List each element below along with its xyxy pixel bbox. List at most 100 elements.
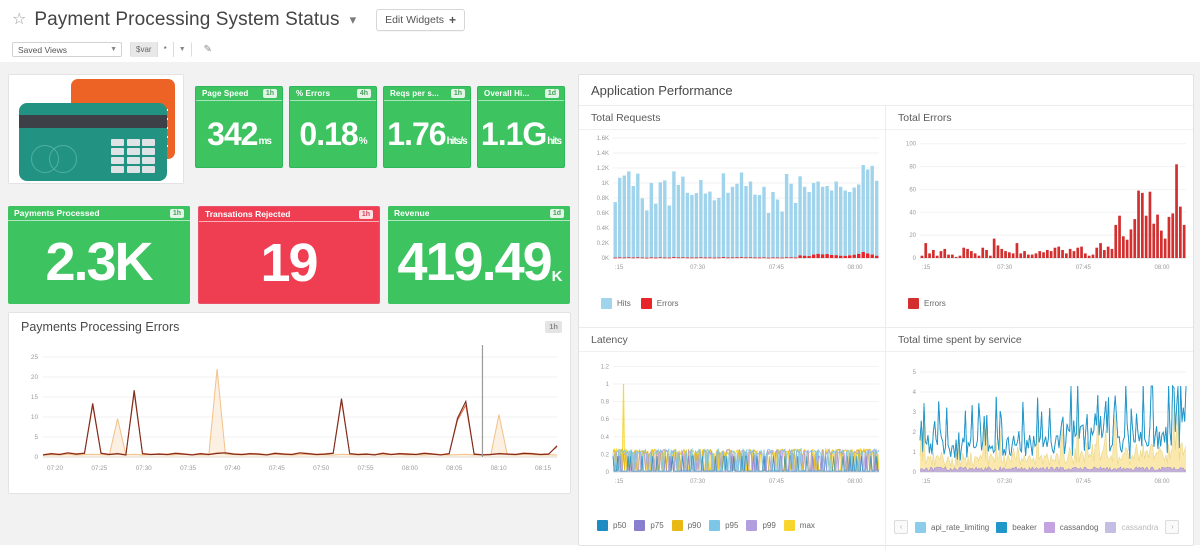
pencil-icon[interactable]: ✎	[204, 44, 212, 55]
svg-text:3: 3	[913, 410, 917, 416]
kpi-header: Page Speed 1h	[196, 87, 282, 101]
star-outline-icon[interactable]: ☆	[12, 12, 26, 28]
svg-text::15: :15	[922, 479, 931, 485]
payments-processing-errors-panel: Payments Processing Errors 1h 0 5 10 15 20 25…	[8, 312, 571, 494]
kpi-title: Overall Hi...	[484, 89, 530, 98]
svg-text:07:45: 07:45	[1076, 265, 1092, 271]
kpi-timeframe-badge: 1h	[262, 89, 277, 98]
kpi-unit: hits/s	[446, 136, 468, 147]
block	[126, 157, 140, 164]
kpi-value: 1.76	[387, 116, 446, 152]
svg-text:0.8: 0.8	[601, 400, 610, 406]
kpi-tile-overall-hits[interactable]: Overall Hi... 1d 1.1G hits	[477, 86, 565, 168]
legend-item[interactable]: cassandog	[1043, 521, 1098, 533]
svg-text:07:30: 07:30	[690, 265, 706, 271]
legend-label: cassandra	[1121, 522, 1159, 532]
legend-item[interactable]: p90	[671, 520, 701, 531]
legend-item[interactable]: p75	[634, 520, 664, 531]
block	[126, 148, 140, 155]
kpi-unit: K	[551, 267, 563, 285]
legend-label: p50	[613, 521, 627, 530]
chevron-down-icon: ▼	[110, 46, 117, 53]
kpi-tile-revenue[interactable]: Revenue 1d 419.49 K	[388, 206, 570, 304]
kpi-tile-page-speed[interactable]: Page Speed 1h 342 ms	[195, 86, 283, 168]
svg-text:08:15: 08:15	[535, 465, 551, 472]
legend-item[interactable]: max	[783, 520, 815, 531]
kpi-timeframe-badge: 4h	[356, 89, 371, 98]
legend-item[interactable]: cassandra	[1105, 521, 1159, 533]
legend-swatch-errors	[640, 298, 652, 309]
total-errors-chart[interactable]: 0 20 40 60 80 100:15 07:30 07:45 08:00	[886, 130, 1192, 298]
legend-item[interactable]: Errors	[640, 298, 679, 309]
credit-card-front	[19, 103, 167, 181]
block	[111, 157, 124, 164]
kpi-body: 1.1G hits	[478, 101, 564, 167]
svg-text:07:45: 07:45	[1076, 479, 1092, 485]
legend-item[interactable]: p50	[597, 520, 626, 531]
svg-text:1.2K: 1.2K	[597, 166, 609, 172]
block	[111, 166, 124, 173]
legend-item[interactable]: Hits	[601, 298, 631, 309]
kpi-header: Revenue 1d	[388, 206, 570, 221]
svg-text::15: :15	[615, 479, 624, 485]
card-number-blocks	[111, 139, 155, 173]
kpi-header: Payments Processed 1h	[8, 206, 190, 221]
legend-prev-button[interactable]: ‹	[894, 520, 908, 534]
latency-cell: Latency 0 0.2 0.4 0.6 0.8 1 1.2:15 07:30 07:45 08…	[579, 328, 886, 550]
svg-text:0.6K: 0.6K	[597, 211, 609, 217]
svg-text:07:30: 07:30	[136, 465, 152, 472]
legend-next-button[interactable]: ›	[1165, 520, 1180, 534]
variable-value: *	[156, 42, 174, 57]
kpi-value: 419.49	[397, 231, 552, 292]
svg-text:0: 0	[606, 470, 610, 476]
application-performance-panel: Application Performance Total Requests 0…	[578, 74, 1194, 550]
kpi-value: 2.3K	[45, 231, 153, 292]
svg-text:20: 20	[31, 374, 39, 381]
chevron-down-icon[interactable]: ▾	[350, 12, 357, 28]
svg-text:0.8K: 0.8K	[597, 196, 609, 202]
svg-text:1: 1	[606, 382, 610, 388]
block	[126, 166, 140, 173]
kpi-tile-payments-processed[interactable]: Payments Processed 1h 2.3K	[8, 206, 190, 304]
kpi-title: Transations Rejected	[205, 209, 291, 219]
svg-text:07:55: 07:55	[358, 465, 374, 472]
kpi-tile-percent-errors[interactable]: % Errors 4h 0.18%	[289, 86, 377, 168]
left-column: Page Speed 1h 342 ms % Errors 4h 0.18% R…	[8, 74, 571, 494]
svg-text:2: 2	[913, 430, 917, 436]
legend-item[interactable]: Errors	[908, 298, 946, 309]
payments-processing-errors-chart[interactable]: 0 5 10 15 20 25 07:20 07:25 07:30 07:35 07:40 07:45…	[9, 339, 564, 489]
kpi-title: Reqs per s...	[390, 89, 439, 98]
svg-text:0.4K: 0.4K	[597, 226, 609, 232]
saved-views-select[interactable]: Saved Views ▼	[12, 42, 122, 57]
kpi-timeframe-badge: 1h	[169, 208, 184, 218]
legend-label: p99	[762, 521, 776, 530]
kpi-value: 19	[260, 232, 318, 293]
kpi-header: Transations Rejected 1h	[199, 207, 379, 222]
kpi-tile-transactions-rejected[interactable]: Transations Rejected 1h 19	[198, 206, 380, 304]
legend-item[interactable]: p95	[709, 520, 738, 531]
block	[142, 139, 155, 146]
chevron-down-icon: ▼	[173, 42, 192, 57]
panel-title: Application Performance	[579, 75, 1193, 106]
magnetic-stripe	[19, 115, 167, 128]
total-requests-chart[interactable]: 0K 0.2K 0.4K 0.6K 0.8K 1K 1.2K 1.4K 1.6K:15 07:30…	[579, 130, 885, 298]
kpi-tile-reqs-per-second[interactable]: Reqs per s... 1h 1.76 hits/s	[383, 86, 471, 168]
variable-selector[interactable]: $var * ▼	[130, 42, 192, 57]
block	[142, 166, 155, 173]
legend-item[interactable]: beaker	[996, 521, 1037, 533]
kpi-value: 342	[207, 116, 258, 152]
svg-text:1.4K: 1.4K	[597, 151, 609, 157]
dashboard-app: ☆ Payment Processing System Status ▾ Edi…	[0, 0, 1200, 550]
legend-item[interactable]: p99	[746, 520, 776, 531]
block	[111, 148, 124, 155]
edit-widgets-button[interactable]: Edit Widgets +	[376, 9, 466, 31]
latency-chart[interactable]: 0 0.2 0.4 0.6 0.8 1 1.2:15 07:30 07:45 08:00	[579, 352, 885, 520]
plus-icon: +	[449, 13, 457, 27]
legend-item[interactable]: api_rate_limiting	[915, 521, 989, 533]
kpi-timeframe-badge: 1h	[358, 209, 373, 219]
total-time-by-service-chart[interactable]: 0 1 2 3 4 5:15 07:30 07:45 08:00	[886, 352, 1192, 520]
chart-title: Total Requests	[579, 106, 885, 130]
kpi-title: Payments Processed	[14, 208, 100, 218]
kpi-body: 0.18%	[290, 101, 376, 167]
svg-text:07:25: 07:25	[91, 465, 107, 472]
